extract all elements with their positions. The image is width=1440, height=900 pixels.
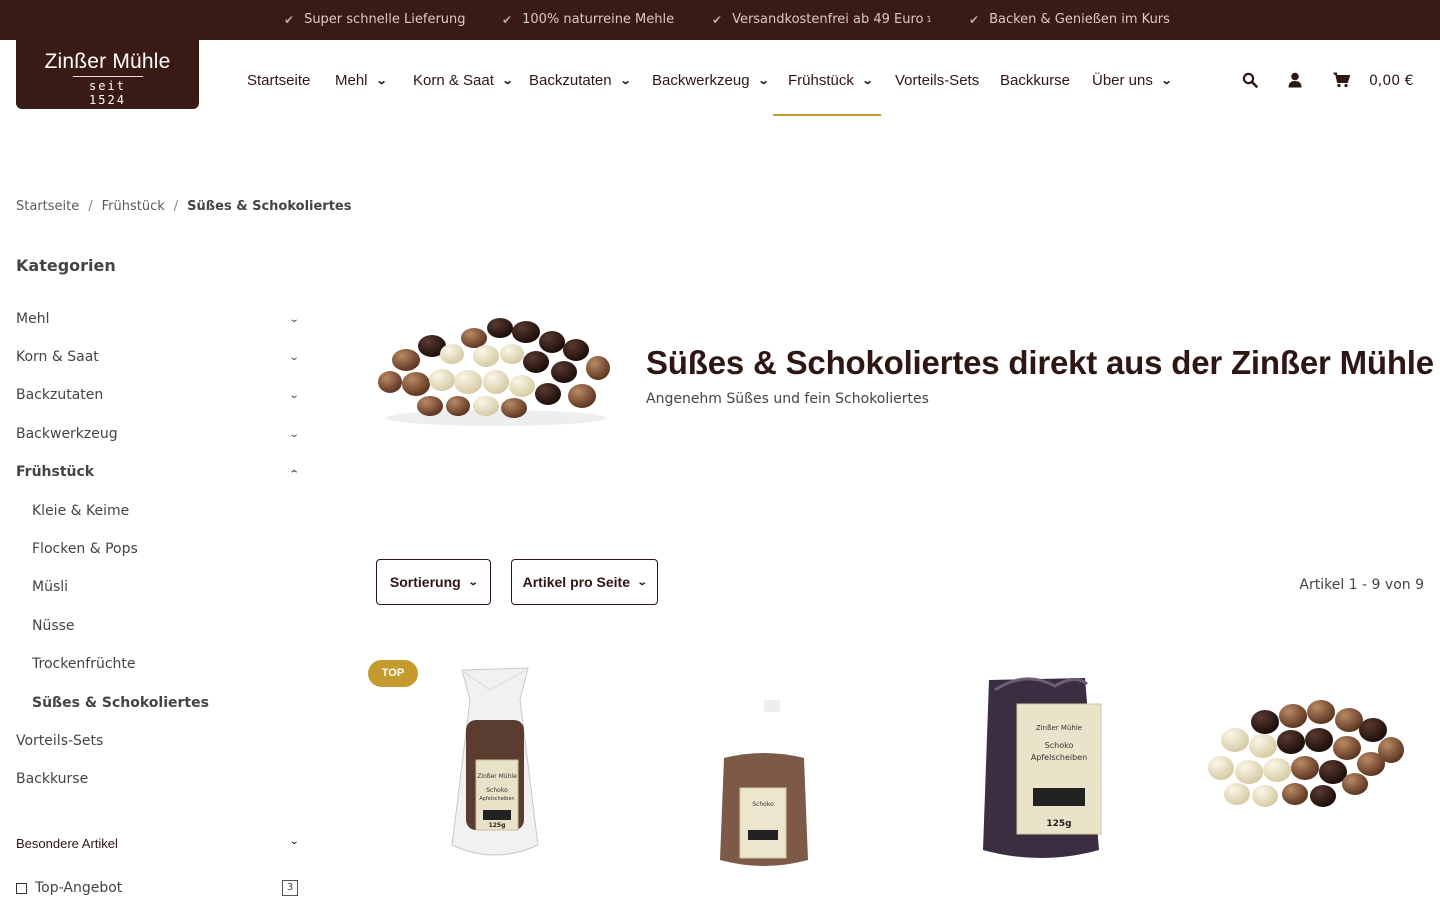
chevron-down-icon: ⌄ [288, 836, 300, 847]
chevron-down-icon[interactable]: ⌄ [288, 390, 299, 401]
checkbox[interactable] [16, 882, 27, 894]
chevron-down-icon: ⌄ [467, 576, 479, 588]
sidebar-item-backzutaten[interactable]: Backzutaten ⌄ [16, 387, 299, 403]
sidebar-item-korn-saat[interactable]: Korn & Saat ⌄ [16, 349, 299, 365]
pack-name-text: Apfelscheiben [479, 796, 514, 802]
nav-ueber-uns[interactable]: Über uns ⌄ [1092, 72, 1173, 89]
pack-weight-text: 125g [489, 822, 506, 829]
user-icon[interactable] [1288, 72, 1302, 92]
category-title: Süßes & Schokoliertes direkt aus der Zin… [646, 344, 1434, 381]
pack-name-text: Apfelscheiben [1031, 753, 1087, 762]
nav-backkurse[interactable]: Backkurse [1000, 72, 1070, 89]
nav-korn-saat[interactable]: Korn & Saat ⌄ [413, 72, 514, 89]
per-page-dropdown[interactable]: Artikel pro Seite ⌄ [511, 559, 658, 605]
top-offer-label: Top-Angebot [35, 880, 123, 896]
usp-bar: ✔ Super schnelle Lieferung ✔ 100% naturrei… [0, 0, 1440, 40]
sidebar-subitem[interactable]: Müsli [32, 579, 298, 595]
result-count: Artikel 1 - 9 von 9 [1299, 577, 1424, 593]
nav-fruehstueck[interactable]: Frühstück ⌄ [788, 72, 874, 89]
sidebar-subitem-active[interactable]: Süßes & Schokoliertes [32, 695, 298, 711]
product-image[interactable] [1205, 660, 1408, 825]
pack-weight-text: 125g [1046, 819, 1071, 829]
product-image[interactable]: Schoko [712, 660, 816, 870]
breadcrumb: Startseite / Frühstück / Süßes & Schokol… [16, 199, 351, 214]
check-icon: ✔ [712, 12, 723, 27]
breadcrumb-current: Süßes & Schokoliertes [187, 199, 352, 214]
chevron-down-icon: ⌄ [636, 576, 648, 588]
chevron-up-icon[interactable]: ⌄ [288, 467, 299, 478]
footnote-marker[interactable]: 1 [927, 15, 932, 24]
top-offer-filter[interactable]: Top-Angebot 3 [16, 880, 298, 896]
logo-since: seit 1524 [72, 76, 143, 107]
site-logo[interactable]: Zinßer Mühle seit 1524 [16, 40, 199, 109]
chevron-down-icon: ⌄ [861, 75, 874, 87]
chevron-down-icon[interactable]: ⌄ [288, 429, 299, 440]
nav-vorteils-sets[interactable]: Vorteils-Sets [895, 72, 979, 89]
pack-brand-text: Zinßer Mühle [1036, 724, 1082, 732]
usp-item: ✔ Super schnelle Lieferung [284, 12, 466, 27]
top-badge: TOP [368, 660, 418, 687]
sidebar-title: Kategorien [16, 256, 116, 275]
usp-item: ✔ 100% naturreine Mehle [502, 12, 675, 27]
pack-brand-text: Zinßer Mühle [477, 773, 517, 780]
category-subtitle: Angenehm Süßes und fein Schokoliertes [646, 391, 929, 407]
sidebar-subitem[interactable]: Kleie & Keime [32, 503, 298, 519]
breadcrumb-separator: / [173, 199, 179, 214]
special-articles-toggle[interactable]: Besondere Artikel ⌄ [16, 836, 300, 851]
pack-name-text: Schoko [486, 787, 508, 794]
chevron-down-icon[interactable]: ⌄ [288, 314, 299, 325]
product-image[interactable]: Zinßer Mühle Schoko Apfelscheiben 125g [975, 660, 1107, 866]
pack-name-text: Schoko [752, 801, 774, 808]
usp-item: ✔ Backen & Genießen im Kurs [969, 12, 1170, 27]
chevron-down-icon: ⌄ [1160, 75, 1173, 87]
check-icon: ✔ [969, 12, 980, 27]
pack-name-text: Schoko [1045, 741, 1074, 750]
sidebar-item-backwerkzeug[interactable]: Backwerkzeug ⌄ [16, 426, 299, 442]
nav-backwerkzeug[interactable]: Backwerkzeug ⌄ [652, 72, 770, 89]
chevron-down-icon[interactable]: ⌄ [288, 352, 299, 363]
nav-mehl[interactable]: Mehl ⌄ [335, 72, 388, 89]
chevron-down-icon: ⌄ [757, 75, 770, 87]
sort-dropdown[interactable]: Sortierung ⌄ [376, 559, 491, 605]
nav-active-indicator [773, 114, 881, 116]
nav-backzutaten[interactable]: Backzutaten ⌄ [529, 72, 632, 89]
sidebar-item-vorteils-sets[interactable]: Vorteils-Sets [16, 733, 298, 749]
category-image [376, 310, 612, 430]
sidebar-item-backkurse[interactable]: Backkurse [16, 771, 298, 787]
chevron-down-icon: ⌄ [501, 75, 514, 87]
check-icon: ✔ [284, 12, 295, 27]
cart-total[interactable]: 0,00 € [1369, 73, 1414, 89]
breadcrumb-separator: / [88, 199, 93, 214]
logo-name: Zinßer Mühle [44, 50, 171, 73]
sidebar-item-fruehstueck[interactable]: Frühstück ⌄ [16, 464, 299, 480]
sidebar-item-mehl[interactable]: Mehl ⌄ [16, 311, 299, 327]
chevron-down-icon: ⌄ [375, 75, 388, 87]
nav-startseite[interactable]: Startseite [247, 72, 310, 89]
cart-icon[interactable] [1333, 72, 1351, 92]
special-articles-title: Besondere Artikel [16, 836, 118, 851]
sidebar-subitem[interactable]: Trockenfrüchte [32, 656, 298, 672]
sidebar-subitem[interactable]: Nüsse [32, 618, 298, 634]
sidebar-subitem[interactable]: Flocken & Pops [32, 541, 298, 557]
breadcrumb-link[interactable]: Startseite [16, 199, 79, 214]
usp-item: ✔ Versandkostenfrei ab 49 Euro 1 [712, 12, 932, 27]
filter-count-badge: 3 [282, 880, 298, 896]
search-icon[interactable] [1242, 72, 1258, 92]
check-icon: ✔ [502, 12, 513, 27]
breadcrumb-link[interactable]: Frühstück [102, 199, 165, 214]
chevron-down-icon: ⌄ [619, 75, 632, 87]
product-image[interactable]: Zinßer Mühle Schoko Apfelscheiben 125g [440, 660, 550, 865]
